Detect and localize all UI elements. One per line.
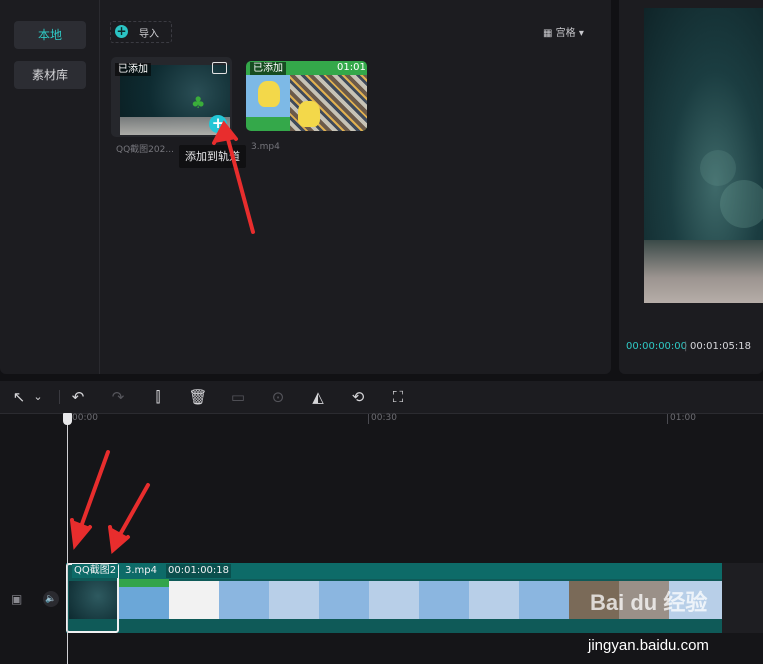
- annotation-arrows: [70, 120, 255, 554]
- arrow-to-clip-start: [70, 450, 110, 550]
- arrow-to-clip-end: [108, 483, 150, 554]
- arrow-to-add-button: [212, 120, 255, 234]
